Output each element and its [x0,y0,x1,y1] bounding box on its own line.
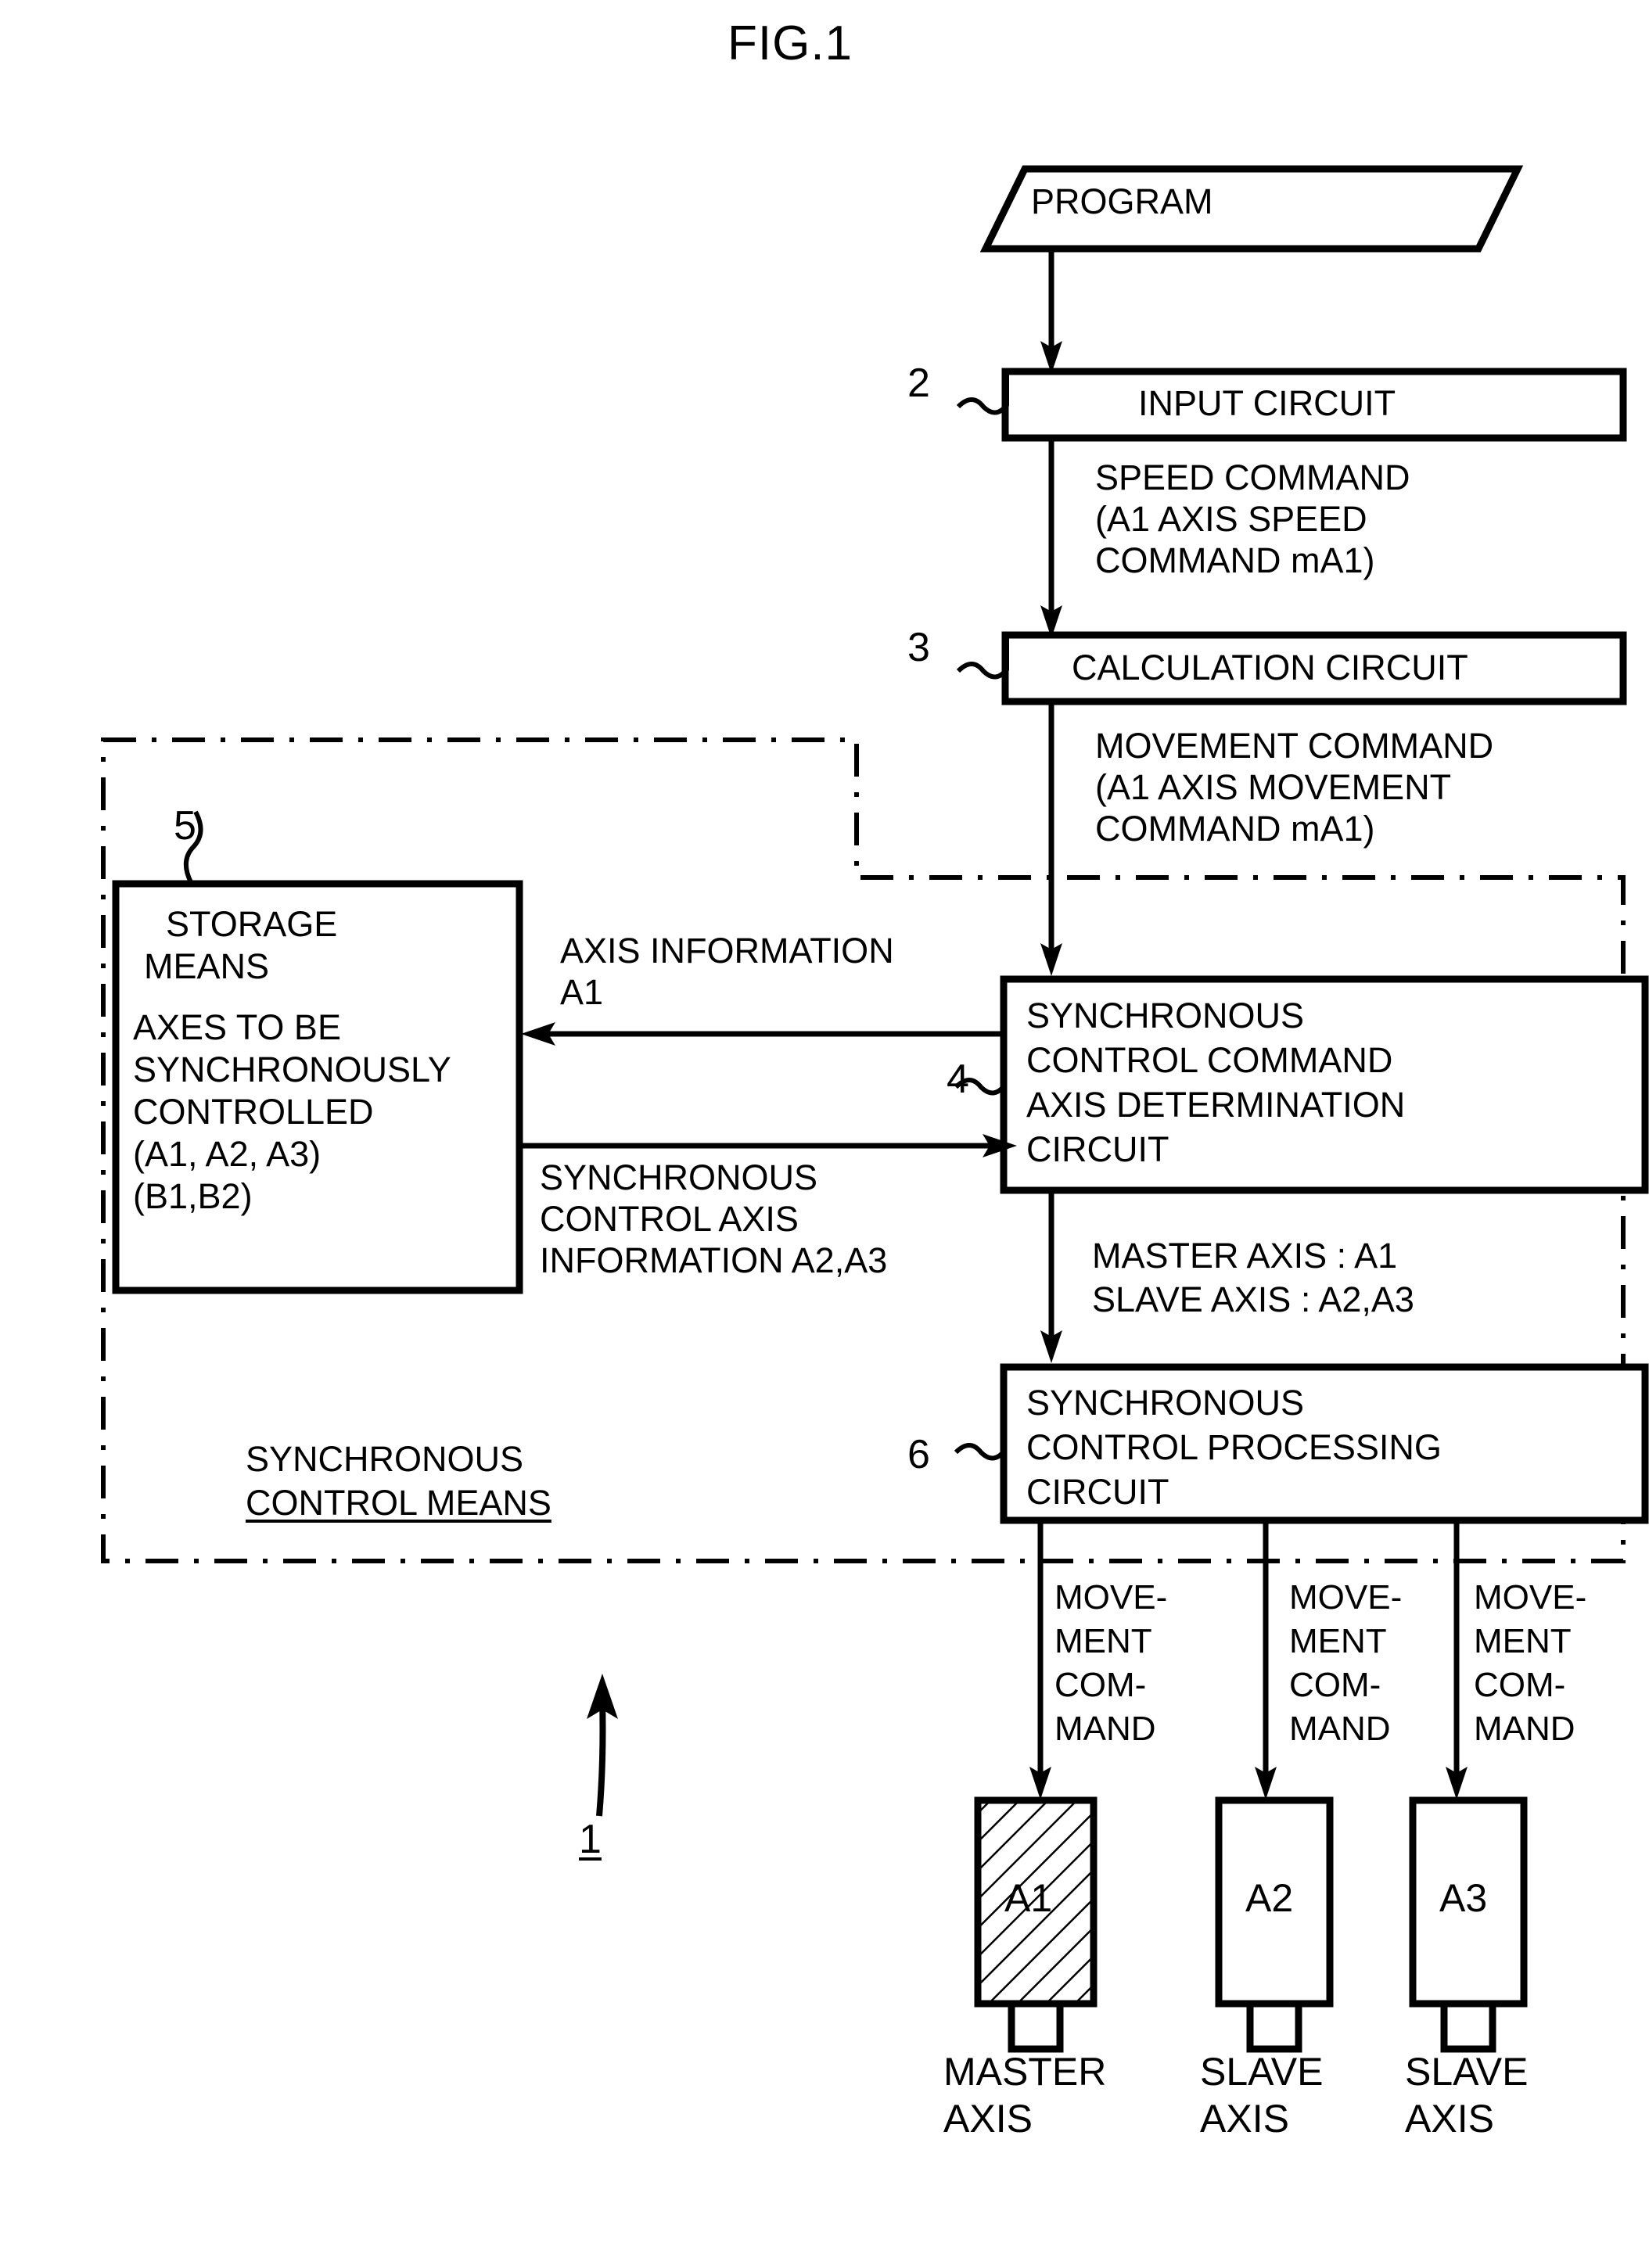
movement-command-stack-a1-line1: MOVE- [1054,1578,1168,1617]
edge-label-speed-command-line3: COMMAND mA1) [1095,540,1375,580]
storage-means-title-line2: MEANS [144,946,270,986]
storage-means-body-line1: AXES TO BE [133,1007,341,1047]
motor-role-a1-line1: MASTER [943,2050,1107,2094]
edge-label-sync-axis-info-line3: INFORMATION A2,A3 [540,1240,888,1280]
motor-role-a2-line1: SLAVE [1200,2050,1324,2094]
edge-label-movement-command-line1: MOVEMENT COMMAND [1095,726,1494,766]
processing-circuit-line1: SYNCHRONOUS [1026,1383,1305,1423]
input-circuit-label: INPUT CIRCUIT [1138,383,1396,423]
motor-role-a2-line2: AXIS [1200,2097,1289,2141]
edge-label-sync-axis-info-line1: SYNCHRONOUS [540,1157,818,1197]
edge-label-axis-information-line2: A1 [560,972,604,1012]
movement-command-stack-a1-line4: MAND [1054,1710,1156,1748]
movement-command-stack-a2-line2: MENT [1289,1622,1387,1660]
ref-number-2: 2 [907,361,930,406]
determination-circuit-line4: CIRCUIT [1026,1129,1169,1169]
determination-circuit-line2: CONTROL COMMAND [1026,1040,1393,1080]
ref-leader-2 [956,371,1009,415]
motor-label-a2: A2 [1245,1876,1294,1920]
program-label: PROGRAM [1031,181,1213,221]
motor-shaft-a1 [1008,2000,1064,2053]
motor-label-a3: A3 [1439,1876,1488,1920]
motor-role-a3-line1: SLAVE [1405,2050,1529,2094]
storage-means-title-line1: STORAGE [166,904,338,944]
ref-number-3: 3 [907,625,930,670]
determination-circuit-line3: AXIS DETERMINATION [1026,1085,1406,1125]
movement-command-stack-a3-line3: COM- [1474,1666,1566,1704]
determination-circuit-line1: SYNCHRONOUS [1026,996,1305,1035]
edge-label-slave-axis: SLAVE AXIS : A2,A3 [1092,1279,1414,1319]
movement-command-stack-a2-line1: MOVE- [1289,1578,1403,1617]
motor-label-a1: A1 [1004,1876,1053,1920]
ref-number-5: 5 [174,803,196,849]
edge-label-axis-information-line1: AXIS INFORMATION [560,931,894,971]
edge-label-movement-command-line2: (A1 AXIS MOVEMENT [1095,767,1452,807]
storage-means-body-line2: SYNCHRONOUSLY [133,1050,451,1089]
ref-number-6: 6 [907,1432,930,1477]
ref-leader-3 [956,635,1009,680]
ref-number-4: 4 [947,1057,969,1102]
processing-circuit-line3: CIRCUIT [1026,1472,1169,1512]
movement-command-stack-a3-line1: MOVE- [1474,1578,1587,1617]
edge-label-sync-axis-info-line2: CONTROL AXIS [540,1199,799,1239]
storage-means-body-line3: CONTROLLED [133,1092,374,1132]
movement-command-stack-a2-line3: COM- [1289,1666,1381,1704]
movement-command-stack-a3-line2: MENT [1474,1622,1572,1660]
motor-role-a1-line2: AXIS [943,2097,1033,2141]
motor-shaft-a2 [1246,2000,1302,2053]
movement-command-stack-a3-line4: MAND [1474,1710,1575,1748]
edge-label-master-axis: MASTER AXIS : A1 [1092,1236,1398,1276]
motor-role-a3-line2: AXIS [1405,2097,1494,2141]
ref-leader-1 [596,1698,606,1817]
calculation-circuit-label: CALCULATION CIRCUIT [1072,648,1468,687]
ref-number-1-overall: 1 [579,1817,602,1862]
edge-label-speed-command-line2: (A1 AXIS SPEED [1095,499,1367,539]
movement-command-stack-a2-line4: MAND [1289,1710,1391,1748]
figure-title: FIG.1 [728,16,853,70]
storage-means-body-line5: (B1,B2) [133,1176,253,1216]
motor-shaft-a3 [1440,2000,1496,2053]
movement-command-stack-a1-line3: COM- [1054,1666,1147,1704]
edge-label-movement-command-line3: COMMAND mA1) [1095,809,1375,849]
synchronous-control-means-line1: SYNCHRONOUS [246,1439,524,1479]
processing-circuit-line2: CONTROL PROCESSING [1026,1427,1442,1467]
synchronous-control-means-line2: CONTROL MEANS [246,1483,551,1523]
movement-command-stack-a1-line2: MENT [1054,1622,1152,1660]
edge-label-speed-command-line1: SPEED COMMAND [1095,458,1410,497]
patent-figure-1: FIG.1 PROGRAM 2 INPUT CIRCUIT SPEED COMM… [0,0,1649,2268]
ref-leader-6 [954,1443,1007,1461]
storage-means-body-line4: (A1, A2, A3) [133,1134,322,1174]
